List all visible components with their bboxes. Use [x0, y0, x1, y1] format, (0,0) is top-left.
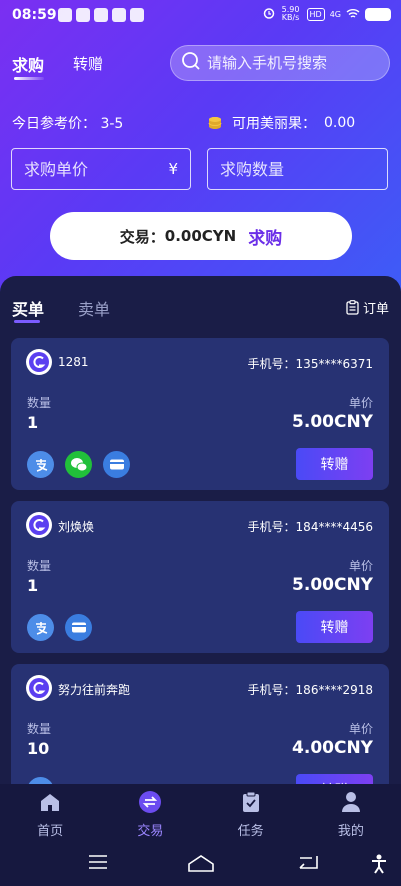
quantity-value: 1 [27, 413, 39, 432]
status-bar: 08:59 5.90 KB/s HD 4G [0, 0, 401, 30]
user-name: 努力往前奔跑 [58, 683, 131, 697]
order-card: 1281 手机号：135****6371 数量 1 单价 5.00CNY 转赠 [11, 338, 389, 490]
app-icon [76, 8, 90, 22]
wifi-icon [346, 8, 360, 21]
deal-action: 求购 [248, 228, 283, 249]
system-icons: 5.90 KB/s HD 4G [263, 6, 391, 22]
price-label: 单价 [348, 396, 373, 410]
tab-sell-orders[interactable]: 卖单 [78, 296, 110, 320]
phone-label: 手机号： [247, 357, 296, 371]
nav-tasks-label: 任务 [237, 824, 264, 839]
avatar [26, 512, 52, 538]
task-icon [241, 790, 261, 814]
order-card: 刘焕焕 手机号：184****4456 数量 1 单价 5.00CNY 转赠 [11, 501, 389, 653]
search-icon [181, 51, 201, 75]
avatar [26, 675, 52, 701]
price-value: 5.00CNY [292, 412, 373, 432]
avatar [26, 349, 52, 375]
quantity-value: 1 [27, 576, 39, 595]
transfer-button[interactable]: 转赠 [296, 611, 373, 643]
app-icon [94, 8, 108, 22]
unit-price-input[interactable] [24, 159, 165, 179]
available-label: 可用美丽果： [232, 116, 316, 132]
phone-label: 手机号： [247, 683, 296, 697]
hd-badge: HD [306, 7, 325, 21]
nav-trade-label: 交易 [137, 824, 164, 839]
coin-icon [208, 116, 222, 130]
price-value: 5.00CNY [292, 575, 373, 595]
tab-buy-request[interactable]: 求购 [12, 52, 44, 76]
home-button-icon[interactable] [187, 854, 215, 876]
bank-card-icon [65, 614, 92, 641]
quantity-value: 10 [27, 739, 50, 758]
quantity-label: 数量 [27, 559, 52, 573]
price-label: 单价 [348, 722, 373, 736]
clipboard-icon [346, 300, 359, 315]
unit-price-field[interactable]: ¥ [11, 148, 191, 190]
nav-trade[interactable]: 交易 [110, 790, 190, 839]
alarm-icon [263, 7, 275, 21]
phone-number: 186****2918 [295, 683, 373, 697]
price-value: 4.00CNY [292, 738, 373, 758]
bank-card-icon [103, 451, 130, 478]
deal-button[interactable]: 交易： 0.00CYN 求购 [50, 212, 352, 260]
orders-link[interactable]: 订单 [346, 298, 389, 317]
notification-icons [58, 8, 144, 22]
reference-price-label: 今日参考价： [12, 116, 96, 132]
alipay-icon [27, 451, 54, 478]
order-panel: 买单 卖单 订单 1281 手机号：135****6371 数量 1 单价 5.… [0, 276, 401, 796]
nav-profile-label: 我的 [337, 824, 364, 839]
order-card: 努力往前奔跑 手机号：186****2918 数量 10 单价 4.00CNY … [11, 664, 389, 796]
tab-indicator [14, 77, 44, 80]
profile-icon [341, 790, 361, 814]
nav-home[interactable]: 首页 [10, 790, 90, 839]
deal-label: 交易： [119, 227, 165, 246]
menu-icon[interactable] [88, 854, 108, 874]
tab-transfer[interactable]: 转赠 [73, 53, 103, 74]
deal-amount: 0.00CYN [164, 227, 237, 245]
back-icon[interactable] [297, 854, 319, 874]
available-value: 0.00 [324, 115, 356, 131]
app-icon [130, 8, 144, 22]
phone-number: 135****6371 [295, 357, 373, 371]
bottom-nav: 首页 交易 任务 我的 [0, 784, 401, 844]
alipay-icon [27, 614, 54, 641]
signal-label: 4G [329, 9, 341, 19]
wechat-icon [65, 451, 92, 478]
battery-icon [365, 7, 391, 21]
nav-tasks[interactable]: 任务 [211, 790, 291, 839]
status-time: 08:59 [12, 7, 57, 23]
nav-profile[interactable]: 我的 [311, 790, 391, 839]
nav-home-label: 首页 [37, 824, 64, 839]
exchange-icon [138, 790, 162, 814]
user-name: 1281 [58, 355, 89, 369]
tab-indicator [14, 320, 40, 323]
price-label: 单价 [348, 559, 373, 573]
transfer-button[interactable]: 转赠 [296, 448, 373, 480]
phone-number: 184****4456 [295, 520, 373, 534]
user-phone: 手机号：186****2918 [248, 681, 373, 698]
quantity-label: 数量 [27, 722, 52, 736]
video-icon [112, 8, 126, 22]
quantity-field[interactable] [207, 148, 388, 190]
qq-icon [58, 8, 72, 22]
net-speed: 5.90 KB/s [281, 5, 300, 22]
user-phone: 手机号：135****6371 [248, 355, 373, 372]
quantity-input[interactable] [220, 159, 375, 179]
accessibility-icon[interactable] [370, 854, 388, 878]
user-phone: 手机号：184****4456 [248, 518, 373, 535]
phone-label: 手机号： [247, 520, 296, 534]
reference-price-value: 3-5 [100, 116, 124, 132]
available-balance: 可用美丽果： 0.00 [208, 113, 355, 133]
currency-symbol: ¥ [168, 160, 178, 178]
orders-label: 订单 [362, 302, 389, 317]
search-box[interactable] [170, 45, 390, 81]
search-input[interactable] [207, 54, 387, 72]
system-nav-bar [0, 844, 401, 886]
home-icon [39, 790, 61, 814]
quantity-label: 数量 [27, 396, 52, 410]
user-name: 刘焕焕 [58, 520, 95, 534]
tab-buy-orders[interactable]: 买单 [12, 296, 44, 320]
reference-price: 今日参考价： 3-5 [12, 113, 123, 133]
